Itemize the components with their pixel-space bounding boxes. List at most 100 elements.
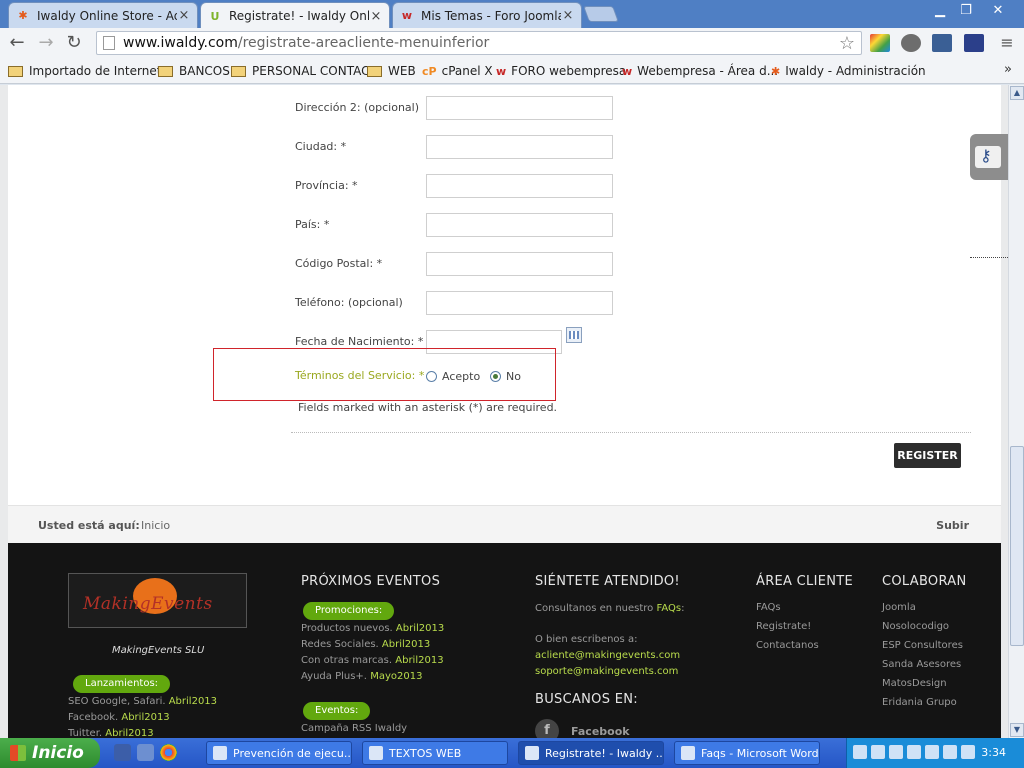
tray-icon[interactable]	[907, 745, 921, 759]
extension-icon[interactable]	[964, 34, 984, 52]
collab-link[interactable]: Joomla	[882, 602, 916, 613]
item-date: Abril2013	[105, 728, 154, 738]
page-viewport: Dirección 2: (opcional) Ciudad: * Provín…	[0, 85, 1008, 738]
provincia-input[interactable]	[426, 174, 613, 198]
chrome-icon[interactable]	[160, 744, 177, 761]
bookmark-link[interactable]: ✱ Iwaldy - Administración	[771, 62, 926, 80]
forward-arrow-icon[interactable]: →	[35, 32, 57, 54]
back-arrow-icon[interactable]: ←	[6, 32, 28, 54]
field-label: Província: *	[295, 179, 358, 192]
event-item[interactable]: Campaña RSS Iwaldy	[301, 723, 407, 734]
events-title: PRÓXIMOS EVENTOS	[301, 574, 441, 589]
bookmark-link[interactable]: cP cPanel X	[422, 62, 493, 80]
close-icon[interactable]: ×	[177, 8, 191, 23]
vertical-scrollbar[interactable]: ▲ ▼	[1008, 85, 1024, 738]
address-bar[interactable]: www.iwaldy.com /registrate-areacliente-m…	[96, 31, 862, 55]
bookmark-folder[interactable]: BANCOS	[158, 62, 230, 80]
tray-icon[interactable]	[871, 745, 885, 759]
taskbar-item[interactable]: TEXTOS WEB	[362, 741, 508, 765]
client-link-registrate[interactable]: Registrate!	[756, 621, 811, 632]
taskbar-item[interactable]: Prevención de ejecu...	[206, 741, 352, 765]
item-date: Abril2013	[121, 712, 170, 723]
speaker-icon[interactable]	[961, 745, 975, 759]
breadcrumb-home-link[interactable]: Inicio	[141, 519, 170, 532]
client-area-title: ÁREA CLIENTE	[756, 574, 854, 589]
direccion-2-input[interactable]	[426, 96, 613, 120]
divider	[970, 257, 1008, 258]
launch-item[interactable]: Tuitter. Abril2013	[68, 728, 154, 738]
collab-link[interactable]: Sanda Asesores	[882, 659, 961, 670]
taskbar-item[interactable]: Faqs - Microsoft Word	[674, 741, 820, 765]
download-icon[interactable]	[932, 34, 952, 52]
bookmark-folder[interactable]: PERSONAL CONTACT	[231, 62, 377, 80]
email-link[interactable]: acliente@makingevents.com	[535, 650, 680, 661]
scrollbar-thumb[interactable]	[1010, 446, 1024, 646]
bookmark-star-icon[interactable]: ☆	[839, 33, 855, 54]
scroll-down-icon[interactable]: ▼	[1010, 723, 1024, 737]
events-pill: Eventos:	[303, 702, 371, 720]
tab-mis-temas[interactable]: w Mis Temas - Foro Joomla! - S ×	[392, 2, 582, 28]
codigo-postal-input[interactable]	[426, 252, 613, 276]
close-icon[interactable]: ×	[561, 8, 575, 23]
close-window-icon[interactable]: ✕	[986, 2, 1010, 20]
collab-link[interactable]: Nosolocodigo	[882, 621, 949, 632]
collab-link[interactable]: ESP Consultores	[882, 640, 963, 651]
collab-link[interactable]: Eridania Grupo	[882, 697, 957, 708]
launch-item[interactable]: Facebook. Abril2013	[68, 712, 170, 723]
tray-icon[interactable]	[853, 745, 867, 759]
bookmark-folder[interactable]: WEB	[367, 62, 416, 80]
radio-label: No	[506, 370, 521, 383]
tray-icon[interactable]	[925, 745, 939, 759]
divider	[291, 432, 971, 433]
ie-icon[interactable]	[137, 744, 154, 761]
register-button[interactable]: REGISTER	[894, 443, 961, 468]
tab-iwaldy-admin[interactable]: ✱ Iwaldy Online Store - Admin ×	[8, 2, 198, 28]
restore-icon[interactable]: ❐	[954, 2, 978, 20]
taskbar-item[interactable]: Registrate! - Iwaldy ...	[518, 741, 664, 765]
bookmark-link[interactable]: w Webempresa - Área d...	[622, 62, 778, 80]
scroll-up-icon[interactable]: ▲	[1010, 86, 1024, 100]
ciudad-input[interactable]	[426, 135, 613, 159]
calendar-icon[interactable]	[566, 327, 582, 343]
terms-radio-acepto[interactable]: Acepto	[426, 370, 480, 383]
back-to-top-link[interactable]: Subir	[936, 519, 969, 532]
bookmark-link[interactable]: w FORO webempresa	[496, 62, 626, 80]
new-tab-button[interactable]	[583, 6, 619, 22]
field-label: Código Postal: *	[295, 257, 383, 270]
tab-title: Iwaldy Online Store - Admin	[37, 8, 177, 23]
tray-icon[interactable]	[943, 745, 957, 759]
quicklaunch-icon[interactable]	[114, 744, 131, 761]
terms-radio-no[interactable]: No	[490, 370, 521, 383]
terms-label[interactable]: Términos del Servicio: *	[295, 369, 424, 382]
email-link[interactable]: soporte@makingevents.com	[535, 666, 678, 677]
start-button[interactable]: Inicio	[0, 738, 100, 768]
launch-item[interactable]: SEO Google, Safari. Abril2013	[68, 696, 217, 707]
client-link-faqs[interactable]: FAQs	[756, 602, 781, 613]
browser-toolbar: ← → ↻ www.iwaldy.com /registrate-areacli…	[0, 28, 1024, 58]
client-link-contactanos[interactable]: Contactanos	[756, 640, 819, 651]
makingevents-logo[interactable]: MakingEvents	[68, 573, 247, 628]
extension-icon[interactable]	[870, 34, 890, 52]
bookmarks-more-icon[interactable]: »	[1004, 62, 1012, 77]
url-host: www.iwaldy.com	[123, 35, 238, 51]
chrome-icon	[525, 746, 539, 760]
collab-link[interactable]: MatosDesign	[882, 678, 947, 689]
login-side-tab[interactable]	[970, 134, 1008, 180]
promo-item[interactable]: Con otras marcas. Abril2013	[301, 655, 444, 666]
bookmark-folder[interactable]: Importado de Internet...	[8, 62, 173, 80]
tab-registrate[interactable]: U Registrate! - Iwaldy Online S ×	[200, 2, 390, 29]
promo-item[interactable]: Redes Sociales. Abril2013	[301, 639, 430, 650]
bug-icon[interactable]	[901, 34, 921, 52]
promo-item[interactable]: Ayuda Plus+. Mayo2013	[301, 671, 422, 682]
reload-icon[interactable]: ↻	[63, 32, 85, 54]
pais-input[interactable]	[426, 213, 613, 237]
menu-icon[interactable]: ≡	[996, 32, 1018, 54]
task-label: Registrate! - Iwaldy ...	[545, 746, 664, 760]
promo-item[interactable]: Productos nuevos. Abril2013	[301, 623, 444, 634]
facebook-link[interactable]: f Facebook	[535, 719, 630, 738]
telefono-input[interactable]	[426, 291, 613, 315]
close-icon[interactable]: ×	[369, 9, 383, 24]
tray-icon[interactable]	[889, 745, 903, 759]
minimize-icon[interactable]: ▁	[928, 2, 952, 20]
faqs-link[interactable]: FAQs	[656, 603, 681, 614]
